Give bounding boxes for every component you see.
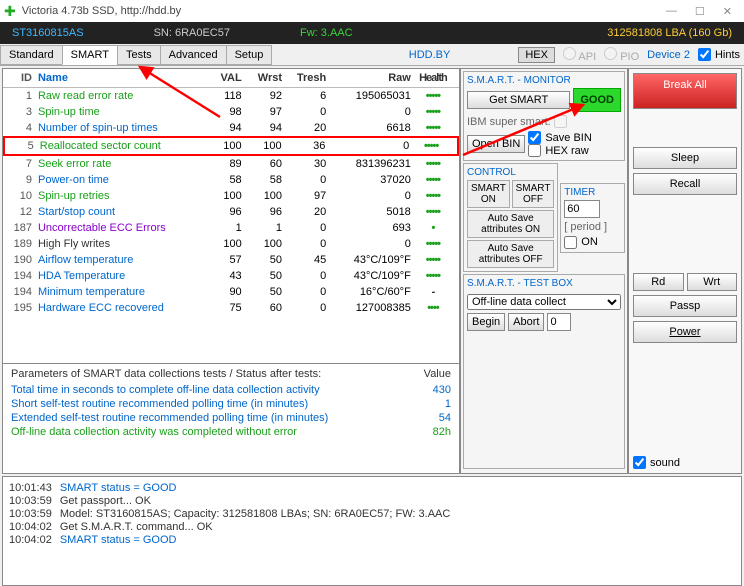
drive-header: ST3160815AS SN: 6RA0EC57 Fw: 3.AAC 31258… xyxy=(0,22,744,44)
begin-button[interactable]: Begin xyxy=(467,313,505,331)
smart-status-good: GOOD xyxy=(573,88,621,112)
sound-checkbox[interactable]: sound xyxy=(633,456,737,469)
device-link[interactable]: Device 2 xyxy=(647,49,690,61)
timer-on-checkbox[interactable]: ON xyxy=(564,236,621,249)
timer-input[interactable] xyxy=(564,200,600,218)
log-row: 10:03:59Get passport... OK xyxy=(9,495,735,507)
drive-lba: 312581808 LBA (160 Gb) xyxy=(607,27,732,39)
monitor-title: S.M.A.R.T. - MONITOR xyxy=(467,75,621,86)
hints-checkbox[interactable]: Hints xyxy=(698,48,740,61)
abort-button[interactable]: Abort xyxy=(508,313,544,331)
maximize-icon[interactable]: ☐ xyxy=(695,5,705,18)
control-title: CONTROL xyxy=(467,167,554,178)
hex-raw-checkbox[interactable]: HEX raw xyxy=(528,144,621,157)
titlebar: ✚ Victoria 4.73b SSD, http://hdd.by — ☐ … xyxy=(0,0,744,22)
smart-row[interactable]: 190Airflow temperature57504543°C/109°F••… xyxy=(3,252,459,268)
smart-row[interactable]: 194Minimum temperature9050016°C/60°F- xyxy=(3,284,459,300)
log-row: 10:04:02SMART status = GOOD xyxy=(9,534,735,546)
smart-off-button[interactable]: SMART OFF xyxy=(512,180,555,208)
recall-button[interactable]: Recall xyxy=(633,173,737,195)
period-label: [ period ] xyxy=(564,221,621,233)
smart-row[interactable]: 187Uncorrectable ECC Errors110693• xyxy=(3,220,459,236)
api-radio[interactable]: API xyxy=(578,51,596,63)
minimize-icon[interactable]: — xyxy=(666,5,677,18)
testbox-title: S.M.A.R.T. - TEST BOX xyxy=(467,278,621,289)
smart-on-button[interactable]: SMART ON xyxy=(467,180,510,208)
smart-row[interactable]: 5Reallocated sector count100100360••••• xyxy=(3,136,459,156)
params-title: Parameters of SMART data collections tes… xyxy=(11,368,321,380)
smart-header: ID Name VAL Wrst Tresh Raw Health xyxy=(3,69,459,88)
log-row: 10:03:59Model: ST3160815AS; Capacity: 31… xyxy=(9,508,735,520)
power-button[interactable]: Power xyxy=(633,321,737,343)
drive-sn: SN: 6RA0EC57 xyxy=(154,27,230,39)
hddby-link[interactable]: HDD.BY xyxy=(409,49,451,61)
test-select[interactable]: Off-line data collect xyxy=(467,294,621,310)
autosave-on-button[interactable]: Auto Save attributes ON xyxy=(467,210,554,238)
log-row: 10:04:02Get S.M.A.R.T. command... OK xyxy=(9,521,735,533)
smart-row[interactable]: 9Power-on time5858037020••••• xyxy=(3,172,459,188)
sleep-button[interactable]: Sleep xyxy=(633,147,737,169)
smart-row[interactable]: 194HDA Temperature4350043°C/109°F••••• xyxy=(3,268,459,284)
wrt-button[interactable]: Wrt xyxy=(687,273,738,291)
smart-row[interactable]: 10Spin-up retries100100970••••• xyxy=(3,188,459,204)
smart-row[interactable]: 189High Fly writes10010000••••• xyxy=(3,236,459,252)
ibm-label: IBM super smart: xyxy=(467,116,551,128)
hex-button[interactable]: HEX xyxy=(518,47,555,63)
smart-row[interactable]: 1Raw read error rate118926195065031••••• xyxy=(3,88,459,104)
pio-radio[interactable]: PIO xyxy=(620,51,639,63)
tab-standard[interactable]: Standard xyxy=(0,45,63,65)
timer-title: TIMER xyxy=(564,187,621,198)
smart-row[interactable]: 195Hardware ECC recovered75600127008385•… xyxy=(3,300,459,316)
tab-setup[interactable]: Setup xyxy=(226,45,273,65)
smart-row[interactable]: 7Seek error rate896030831396231••••• xyxy=(3,156,459,172)
autosave-off-button[interactable]: Auto Save attributes OFF xyxy=(467,240,554,268)
tab-advanced[interactable]: Advanced xyxy=(160,45,227,65)
params-value-col: Value xyxy=(424,368,451,380)
save-bin-checkbox[interactable]: Save BIN xyxy=(528,131,621,144)
rd-button[interactable]: Rd xyxy=(633,273,684,291)
smart-row[interactable]: 3Spin-up time989700••••• xyxy=(3,104,459,120)
tab-row: StandardSMARTTestsAdvancedSetup HDD.BY H… xyxy=(0,44,744,66)
smart-table[interactable]: 1Raw read error rate118926195065031•••••… xyxy=(3,88,459,363)
params-panel: Parameters of SMART data collections tes… xyxy=(3,363,459,473)
close-icon[interactable]: ✕ xyxy=(723,5,732,18)
smart-row[interactable]: 12Start/stop count9696205018••••• xyxy=(3,204,459,220)
app-icon: ✚ xyxy=(4,3,16,20)
log-row: 10:01:43SMART status = GOOD xyxy=(9,482,735,494)
passp-button[interactable]: Passp xyxy=(633,295,737,317)
param-row: Extended self-test routine recommended p… xyxy=(11,412,451,424)
window-title: Victoria 4.73b SSD, http://hdd.by xyxy=(22,5,181,17)
smart-row[interactable]: 4Number of spin-up times9494206618••••• xyxy=(3,120,459,136)
break-all-button[interactable]: Break All xyxy=(633,73,737,109)
param-row: Total time in seconds to complete off-li… xyxy=(11,384,451,396)
tab-tests[interactable]: Tests xyxy=(117,45,161,65)
get-smart-button[interactable]: Get SMART xyxy=(467,91,570,109)
param-row: Short self-test routine recommended poll… xyxy=(11,398,451,410)
drive-model: ST3160815AS xyxy=(12,27,84,39)
param-row: Off-line data collection activity was co… xyxy=(11,426,451,438)
open-bin-button[interactable]: Open BIN xyxy=(467,135,525,153)
drive-fw: Fw: 3.AAC xyxy=(300,27,353,39)
tab-smart[interactable]: SMART xyxy=(62,45,118,65)
test-count-input[interactable] xyxy=(547,313,571,331)
